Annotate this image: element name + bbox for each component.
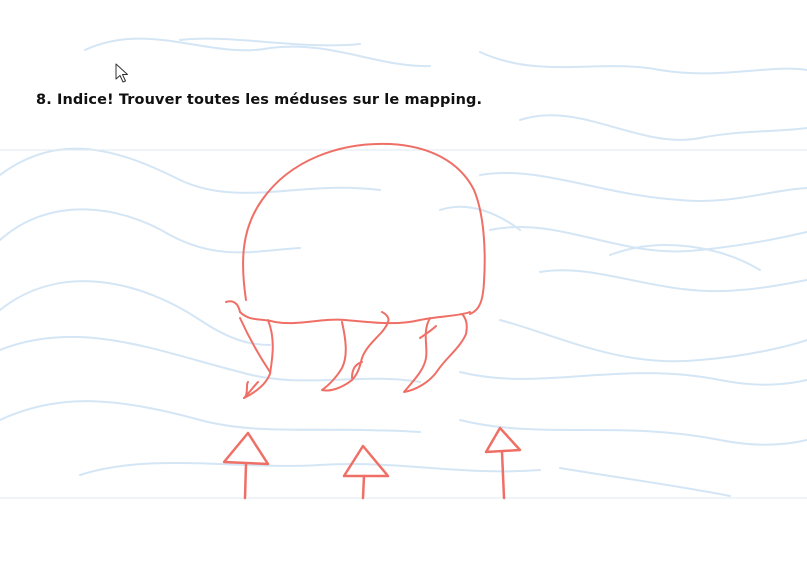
up-arrow-icon bbox=[342, 444, 390, 478]
arrow-middle bbox=[342, 444, 390, 500]
page-title: 8. Indice! Trouver toutes les méduses su… bbox=[36, 92, 483, 108]
rule-lines bbox=[0, 149, 807, 499]
jellyfish-sketch bbox=[225, 142, 486, 399]
up-arrow-icon bbox=[484, 426, 522, 454]
arrow-right bbox=[484, 426, 522, 500]
mouse-pointer-icon bbox=[115, 63, 128, 83]
up-arrow-icon bbox=[222, 431, 270, 466]
drawing-canvas: 8. Indice! Trouver toutes les méduses su… bbox=[0, 0, 807, 564]
